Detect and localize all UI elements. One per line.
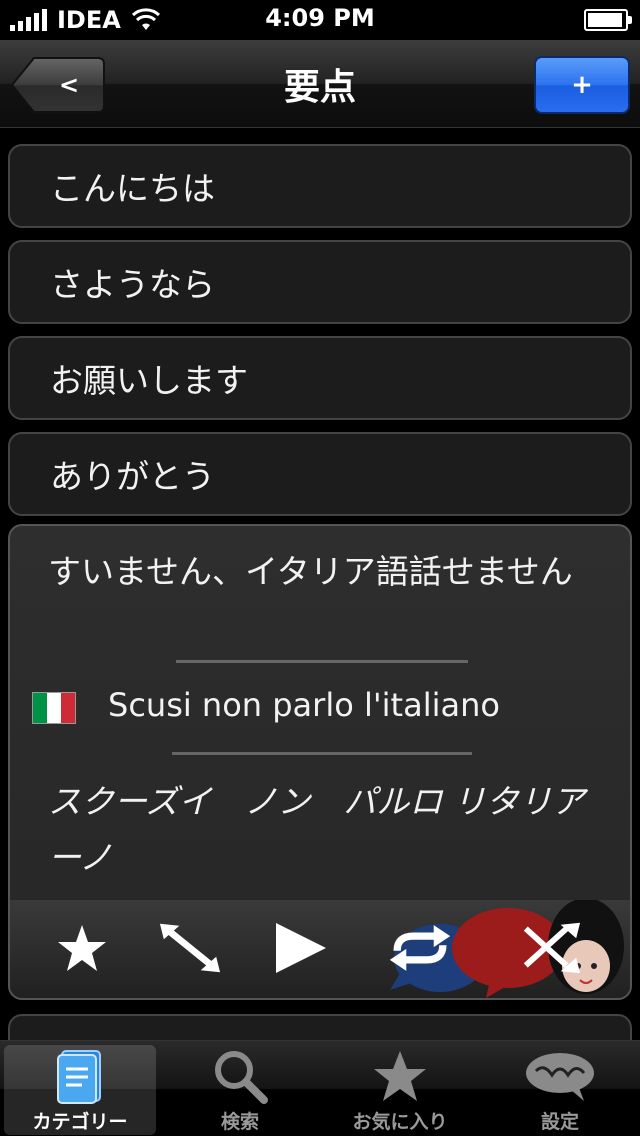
star-icon (374, 1051, 426, 1101)
tab-label: お気に入り (352, 1111, 448, 1133)
navigation-bar: < 要点 + (0, 40, 640, 128)
flag-stripe-red (61, 693, 75, 723)
italy-flag-icon (32, 692, 76, 724)
tab-search[interactable]: 検索 (164, 1045, 316, 1135)
add-button[interactable]: + (534, 56, 630, 114)
flag-stripe-green (33, 693, 47, 723)
book-icon (57, 1050, 101, 1104)
battery-icon (584, 9, 632, 31)
flag-stripe-white (47, 693, 61, 723)
phrase-row[interactable]: ありがとう (8, 432, 632, 516)
phrase-row[interactable]: こんにちは (8, 144, 632, 228)
tab-label: 検索 (220, 1111, 259, 1133)
back-button-label: < (58, 71, 80, 99)
divider (176, 660, 468, 663)
shuffle-button[interactable] (518, 918, 582, 978)
status-time: 4:09 PM (265, 4, 375, 32)
tab-label: 設定 (540, 1111, 579, 1133)
phrase-label: ありがとう (50, 457, 215, 496)
search-icon (215, 1051, 268, 1104)
phrase-row[interactable]: さようなら (8, 240, 632, 324)
expand-button[interactable] (158, 918, 222, 978)
expand-icon (159, 923, 221, 973)
page-title: 要点 (283, 67, 356, 108)
divider (172, 752, 472, 755)
tab-settings[interactable]: 設定 (484, 1045, 636, 1135)
tab-bar: カテゴリー 検索 お気に入り 設定 (0, 1040, 640, 1136)
tab-label: カテゴリー (32, 1111, 128, 1133)
tab-categories[interactable]: カテゴリー (4, 1045, 156, 1135)
pronunciation-text: スクーズイ ノン パルロ リタリアーノ (48, 782, 585, 877)
phrase-row[interactable]: お願いします (8, 336, 632, 420)
shuffle-icon (523, 922, 581, 974)
italian-phrase: Scusi non parlo l'italiano (108, 686, 500, 724)
hola-bubble-icon (526, 1053, 594, 1101)
phrase-action-bar (10, 900, 630, 998)
repeat-icon (389, 925, 451, 971)
star-icon (58, 925, 106, 971)
expanded-phrase-card: すいません、イタリア語話せません Scusi non parlo l'itali… (8, 524, 632, 1000)
phrase-list: こんにちは さようなら お願いします ありがとう すいません、イタリア語話せませ… (0, 128, 640, 1040)
phrase-label: お願いします (50, 361, 248, 400)
phrase-row[interactable] (8, 1014, 632, 1040)
play-icon (276, 923, 326, 973)
favorite-button[interactable] (50, 918, 114, 978)
tab-favorites[interactable]: お気に入り (324, 1045, 476, 1135)
phrase-label: さようなら (50, 265, 215, 304)
play-button[interactable] (268, 918, 332, 978)
japanese-phrase: すいません、イタリア語話せません (48, 552, 573, 591)
back-button[interactable]: < (10, 56, 106, 114)
repeat-button[interactable] (388, 918, 452, 978)
status-bar: IDEA 4:09 PM (0, 0, 640, 40)
phrase-label: こんにちは (50, 169, 215, 208)
